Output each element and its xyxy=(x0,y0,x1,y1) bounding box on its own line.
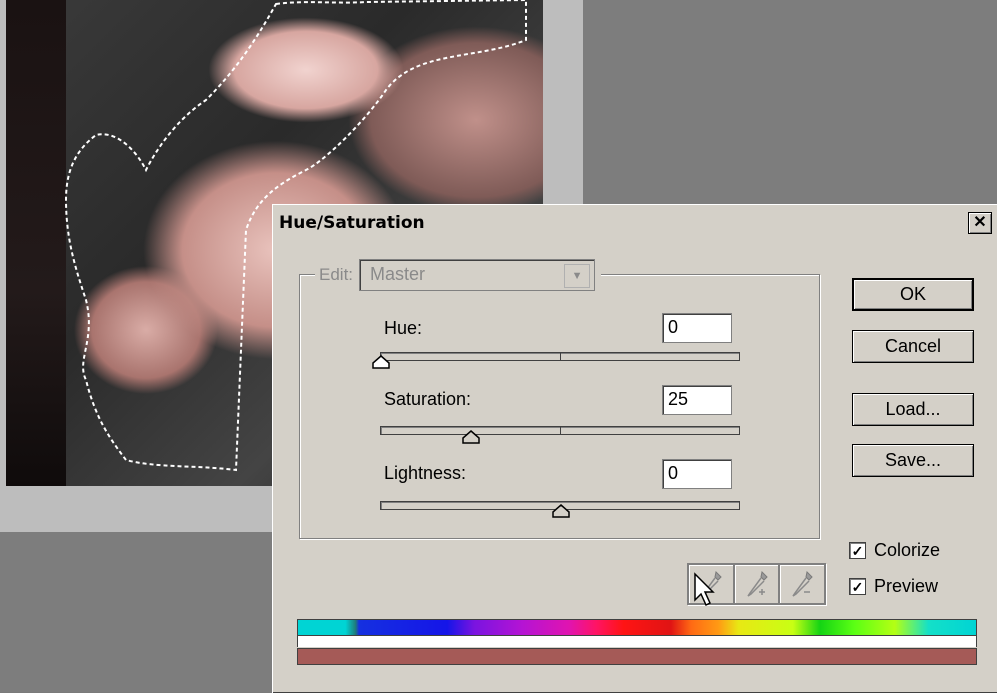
spectrum-range-bar xyxy=(297,636,977,647)
hue-label: Hue: xyxy=(384,318,423,338)
saturation-label: Saturation: xyxy=(384,389,472,409)
colorize-option[interactable]: ✓ Colorize xyxy=(849,540,940,561)
preview-label: Preview xyxy=(874,576,939,596)
saturation-slider-track[interactable] xyxy=(380,426,740,435)
edit-select-value: Master xyxy=(370,264,426,284)
lightness-slider-thumb[interactable] xyxy=(552,504,570,518)
preview-option[interactable]: ✓ Preview xyxy=(849,576,938,597)
close-button[interactable]: ✕ xyxy=(968,212,992,234)
edit-row: Edit: Master ▼ xyxy=(315,259,602,291)
save-button[interactable]: Save... xyxy=(852,444,974,477)
edit-group-box xyxy=(299,274,820,539)
dialog-titlebar[interactable]: Hue/Saturation ✕ xyxy=(276,208,995,237)
preview-checkbox[interactable]: ✓ xyxy=(849,578,866,595)
close-icon: ✕ xyxy=(973,214,987,231)
saturation-slider-thumb[interactable] xyxy=(462,430,480,444)
lightness-input[interactable]: 0 xyxy=(662,459,732,489)
eyedropper-minus-icon xyxy=(792,570,813,597)
hue-slider-track[interactable] xyxy=(380,352,740,361)
canvas-margin xyxy=(543,0,583,200)
input-hue-spectrum-bar xyxy=(297,619,977,636)
dialog-title: Hue/Saturation xyxy=(279,212,425,233)
edit-label: Edit: xyxy=(319,265,354,284)
subtract-from-sample-button[interactable] xyxy=(779,564,826,604)
add-to-sample-button[interactable] xyxy=(733,564,780,604)
ok-button[interactable]: OK xyxy=(852,278,974,311)
hue-slider-center-tick xyxy=(560,353,561,360)
eyedropper-plus-icon xyxy=(746,570,768,597)
load-button[interactable]: Load... xyxy=(852,393,974,426)
saturation-slider-center-tick xyxy=(560,427,561,434)
hue-saturation-dialog: Hue/Saturation ✕ Edit: Master ▼ Hue: 0 S… xyxy=(272,204,997,693)
hue-slider-thumb[interactable] xyxy=(372,355,390,369)
lightness-label: Lightness: xyxy=(384,463,467,483)
colorize-label: Colorize xyxy=(874,540,941,560)
output-colorize-bar xyxy=(297,648,977,665)
colorize-checkbox[interactable]: ✓ xyxy=(849,542,866,559)
hue-input[interactable]: 0 xyxy=(662,313,732,343)
mouse-pointer-icon xyxy=(694,572,715,607)
saturation-input[interactable]: 25 xyxy=(662,385,732,415)
photo-shadow xyxy=(6,0,66,486)
chevron-down-icon[interactable]: ▼ xyxy=(564,264,591,288)
edit-channel-select[interactable]: Master ▼ xyxy=(359,259,596,291)
cancel-button[interactable]: Cancel xyxy=(852,330,974,363)
